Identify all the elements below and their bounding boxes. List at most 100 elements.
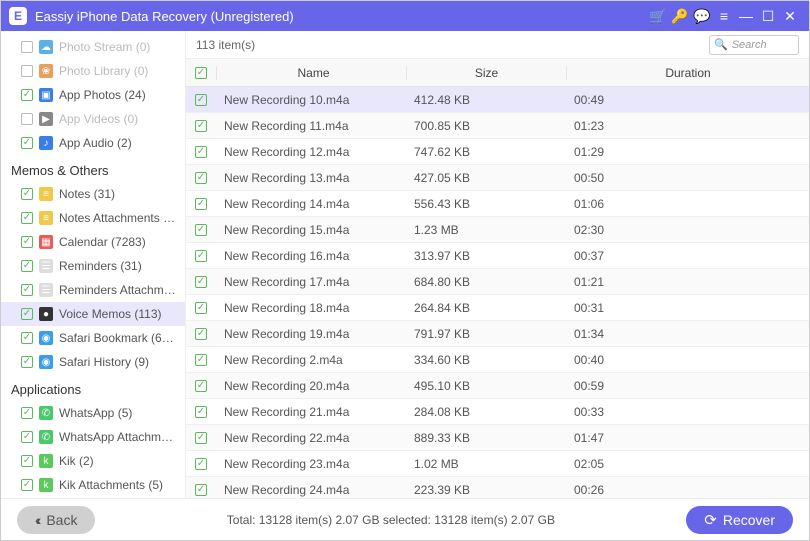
- cell-name: New Recording 22.m4a: [216, 431, 406, 445]
- checkbox[interactable]: [21, 356, 33, 368]
- cell-size: 791.97 KB: [406, 327, 566, 341]
- close-icon[interactable]: ✕: [779, 8, 801, 25]
- checkbox[interactable]: [21, 431, 33, 443]
- category-icon: k: [39, 478, 53, 492]
- checkbox[interactable]: [21, 284, 33, 296]
- sidebar-item[interactable]: ≡Notes (31): [1, 182, 185, 206]
- main-panel: 113 item(s) 🔍 Search Name Size Duration …: [186, 31, 809, 498]
- table-row[interactable]: New Recording 18.m4a264.84 KB00:31: [186, 295, 809, 321]
- checkbox[interactable]: [21, 236, 33, 248]
- cell-size: 334.60 KB: [406, 353, 566, 367]
- back-button[interactable]: ‹‹ Back: [17, 506, 95, 534]
- sidebar-item[interactable]: ❀Photo Library (0): [1, 59, 185, 83]
- sidebar-item[interactable]: kKik (2): [1, 449, 185, 473]
- row-checkbox[interactable]: [186, 276, 216, 288]
- table-row[interactable]: New Recording 23.m4a1.02 MB02:05: [186, 451, 809, 477]
- sidebar-item[interactable]: ▣App Photos (24): [1, 83, 185, 107]
- sidebar-item[interactable]: ◉Safari Bookmark (653): [1, 326, 185, 350]
- cart-icon[interactable]: 🛒: [647, 8, 669, 25]
- row-checkbox[interactable]: [186, 94, 216, 106]
- sidebar[interactable]: ☁Photo Stream (0)❀Photo Library (0)▣App …: [1, 31, 186, 498]
- category-icon: ▣: [39, 88, 53, 102]
- cell-name: New Recording 21.m4a: [216, 405, 406, 419]
- sidebar-item[interactable]: ●Voice Memos (113): [1, 302, 185, 326]
- sidebar-item-label: Kik Attachments (5): [59, 478, 163, 492]
- sidebar-item[interactable]: ◉Safari History (9): [1, 350, 185, 374]
- category-icon: k: [39, 454, 53, 468]
- cell-duration: 02:05: [566, 457, 809, 471]
- checkbox[interactable]: [21, 65, 33, 77]
- feedback-icon[interactable]: 💬: [691, 8, 713, 25]
- select-all-checkbox[interactable]: [186, 67, 216, 79]
- table-row[interactable]: New Recording 15.m4a1.23 MB02:30: [186, 217, 809, 243]
- table-row[interactable]: New Recording 11.m4a700.85 KB01:23: [186, 113, 809, 139]
- checkbox[interactable]: [21, 455, 33, 467]
- row-checkbox[interactable]: [186, 458, 216, 470]
- checkbox[interactable]: [21, 212, 33, 224]
- row-checkbox[interactable]: [186, 250, 216, 262]
- sidebar-header: Applications: [1, 374, 185, 401]
- category-icon: ◉: [39, 331, 53, 345]
- table-row[interactable]: New Recording 19.m4a791.97 KB01:34: [186, 321, 809, 347]
- table-row[interactable]: New Recording 24.m4a223.39 KB00:26: [186, 477, 809, 498]
- table-body[interactable]: New Recording 10.m4a412.48 KB00:49New Re…: [186, 87, 809, 498]
- sidebar-item[interactable]: ☰Reminders (31): [1, 254, 185, 278]
- sidebar-item-label: Notes (31): [59, 187, 115, 201]
- row-checkbox[interactable]: [186, 380, 216, 392]
- row-checkbox[interactable]: [186, 172, 216, 184]
- recover-button[interactable]: ⟳ Recover: [686, 506, 793, 534]
- checkbox[interactable]: [21, 188, 33, 200]
- table-row[interactable]: New Recording 2.m4a334.60 KB00:40: [186, 347, 809, 373]
- row-checkbox[interactable]: [186, 432, 216, 444]
- table-row[interactable]: New Recording 10.m4a412.48 KB00:49: [186, 87, 809, 113]
- row-checkbox[interactable]: [186, 198, 216, 210]
- sidebar-item[interactable]: ☁Photo Stream (0): [1, 35, 185, 59]
- table-row[interactable]: New Recording 21.m4a284.08 KB00:33: [186, 399, 809, 425]
- checkbox[interactable]: [21, 89, 33, 101]
- minimize-icon[interactable]: —: [735, 8, 757, 24]
- row-checkbox[interactable]: [186, 120, 216, 132]
- sidebar-item[interactable]: ≡Notes Attachments (24): [1, 206, 185, 230]
- menu-icon[interactable]: ≡: [713, 8, 735, 24]
- column-size[interactable]: Size: [406, 66, 566, 80]
- cell-size: 495.10 KB: [406, 379, 566, 393]
- row-checkbox[interactable]: [186, 224, 216, 236]
- table-row[interactable]: New Recording 13.m4a427.05 KB00:50: [186, 165, 809, 191]
- sidebar-item[interactable]: ♪App Audio (2): [1, 131, 185, 155]
- sidebar-item[interactable]: k Kik Attachments (5): [1, 473, 185, 497]
- sidebar-item[interactable]: ✆WhatsApp (5): [1, 401, 185, 425]
- row-checkbox[interactable]: [186, 354, 216, 366]
- row-checkbox[interactable]: [186, 302, 216, 314]
- sidebar-item-label: Photo Library (0): [59, 64, 148, 78]
- column-name[interactable]: Name: [216, 66, 406, 80]
- sidebar-item[interactable]: ☰Reminders Attachmen...: [1, 278, 185, 302]
- key-icon[interactable]: 🔑: [669, 8, 691, 25]
- row-checkbox[interactable]: [186, 406, 216, 418]
- table-row[interactable]: New Recording 12.m4a747.62 KB01:29: [186, 139, 809, 165]
- row-checkbox[interactable]: [186, 146, 216, 158]
- checkbox[interactable]: [21, 113, 33, 125]
- sidebar-item[interactable]: ✆WhatsApp Attachmen...: [1, 425, 185, 449]
- table-row[interactable]: New Recording 14.m4a556.43 KB01:06: [186, 191, 809, 217]
- checkbox[interactable]: [21, 308, 33, 320]
- checkbox[interactable]: [21, 41, 33, 53]
- row-checkbox[interactable]: [186, 484, 216, 496]
- table-row[interactable]: New Recording 17.m4a684.80 KB01:21: [186, 269, 809, 295]
- sidebar-item[interactable]: ▦Calendar (7283): [1, 230, 185, 254]
- cell-duration: 00:40: [566, 353, 809, 367]
- checkbox[interactable]: [21, 407, 33, 419]
- sidebar-item[interactable]: LLine (4): [1, 497, 185, 498]
- search-input[interactable]: 🔍 Search: [709, 35, 799, 55]
- table-row[interactable]: New Recording 16.m4a313.97 KB00:37: [186, 243, 809, 269]
- table-row[interactable]: New Recording 20.m4a495.10 KB00:59: [186, 373, 809, 399]
- sidebar-item[interactable]: ▶App Videos (0): [1, 107, 185, 131]
- checkbox[interactable]: [21, 260, 33, 272]
- checkbox[interactable]: [21, 332, 33, 344]
- checkbox[interactable]: [21, 479, 33, 491]
- maximize-icon[interactable]: ☐: [757, 8, 779, 25]
- table-header: Name Size Duration: [186, 59, 809, 87]
- table-row[interactable]: New Recording 22.m4a889.33 KB01:47: [186, 425, 809, 451]
- checkbox[interactable]: [21, 137, 33, 149]
- row-checkbox[interactable]: [186, 328, 216, 340]
- column-duration[interactable]: Duration: [566, 66, 809, 80]
